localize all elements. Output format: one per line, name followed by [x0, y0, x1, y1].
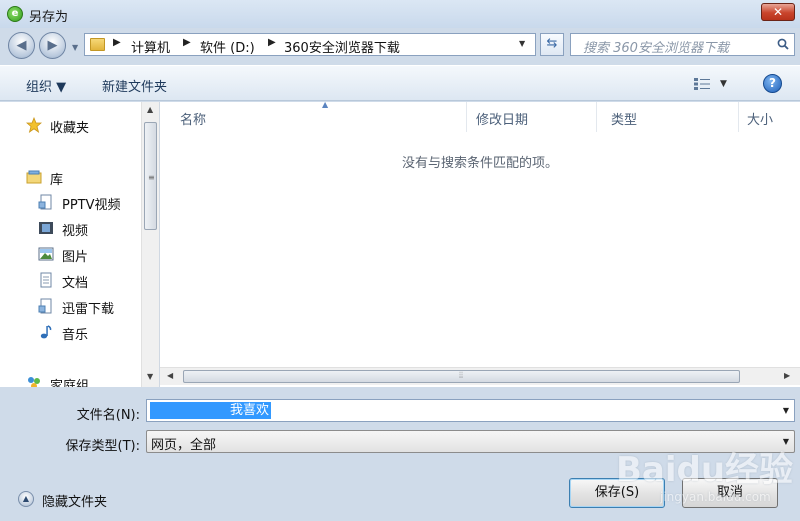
grip-icon: ⦙⦙: [459, 371, 464, 381]
refresh-button[interactable]: ⇆: [540, 33, 564, 56]
filename-value[interactable]: 我喜欢: [150, 402, 272, 419]
breadcrumb-drive[interactable]: 软件 (D:): [200, 37, 255, 56]
nav-label: 音乐: [62, 328, 89, 343]
document-library-icon: [38, 194, 52, 210]
forward-arrow-icon: ▶: [47, 38, 58, 53]
window-title: 另存为: [29, 10, 69, 25]
address-bar[interactable]: ▶ 计算机 ▶ 软件 (D:) ▶ 360安全浏览器下载 ▼: [84, 33, 536, 56]
scroll-up-icon[interactable]: ▲: [147, 105, 153, 114]
star-icon: [26, 117, 42, 133]
filetype-label: 保存类型(T):: [65, 439, 140, 454]
file-list-horizontal-scrollbar[interactable]: ◀ ⦙⦙ ▶: [160, 367, 800, 385]
address-history-dropdown-icon[interactable]: ▼: [519, 39, 525, 48]
view-options-icon[interactable]: [693, 77, 711, 91]
filetype-dropdown-icon[interactable]: ▼: [783, 437, 789, 446]
breadcrumb-folder[interactable]: 360安全浏览器下载: [284, 37, 400, 56]
title-bar: e 另存为 ✕: [0, 0, 800, 28]
search-input[interactable]: 搜索 360安全浏览器下载: [570, 33, 795, 56]
grip-icon: ≡: [148, 173, 155, 182]
recent-pages-dropdown-icon[interactable]: ▼: [72, 43, 78, 52]
scrollbar-thumb[interactable]: ≡: [144, 122, 157, 230]
sort-ascending-icon: ▲: [322, 100, 329, 109]
column-header-name[interactable]: ▲ 名称: [166, 100, 467, 132]
filename-dropdown-icon[interactable]: ▼: [783, 406, 789, 415]
organize-menu[interactable]: 组织 ▼: [26, 76, 66, 95]
column-header-label: 大小: [747, 113, 774, 128]
column-header-type[interactable]: 类型: [597, 102, 739, 132]
search-placeholder: 搜索 360安全浏览器下载: [583, 41, 729, 56]
nav-label: 文档: [62, 276, 89, 291]
filetype-value: 网页，全部: [151, 438, 217, 453]
scroll-down-icon[interactable]: ▼: [147, 372, 153, 381]
navigation-pane: 收藏夹 库 PPTV视频 视频 图片 文档 迅雷下载 音乐 家庭组 ▲ ≡ ▼: [0, 102, 160, 387]
back-button[interactable]: ◀: [8, 32, 35, 59]
refresh-icon: ⇆: [546, 36, 558, 51]
save-button[interactable]: 保存(S): [569, 478, 665, 508]
breadcrumb-chevron-icon[interactable]: ▶: [268, 37, 276, 48]
cancel-button[interactable]: 取消: [682, 478, 778, 508]
command-toolbar: 组织 ▼ 新建文件夹 ▼ ?: [0, 65, 800, 101]
breadcrumb-chevron-icon[interactable]: ▶: [183, 37, 191, 48]
column-header-date-modified[interactable]: 修改日期: [462, 102, 597, 132]
hide-folders-label: 隐藏文件夹: [42, 495, 108, 510]
column-header-label: 类型: [611, 113, 638, 128]
nav-label: 收藏夹: [50, 121, 90, 136]
nav-label: PPTV视频: [62, 198, 121, 213]
file-list[interactable]: ▲ 名称 修改日期 类型 大小 没有与搜索条件匹配的项。 ◀ ⦙⦙ ▶: [160, 100, 800, 387]
filename-input[interactable]: 我喜欢 ▼: [146, 399, 795, 422]
new-folder-button[interactable]: 新建文件夹: [102, 76, 167, 95]
homegroup-icon: [28, 377, 40, 387]
library-icon: [26, 170, 42, 184]
scroll-right-icon[interactable]: ▶: [784, 371, 790, 380]
empty-results-message: 没有与搜索条件匹配的项。: [401, 156, 558, 171]
back-arrow-icon: ◀: [16, 38, 27, 53]
breadcrumb-computer[interactable]: 计算机: [131, 37, 170, 56]
nav-label: 迅雷下载: [62, 302, 115, 317]
music-note-icon: [40, 325, 52, 339]
nav-label: 视频: [62, 224, 89, 239]
filename-text: 我喜欢: [230, 403, 270, 418]
document-library-icon: [38, 298, 52, 314]
nav-label: 库: [50, 173, 64, 188]
document-icon: [40, 272, 52, 288]
collapse-up-icon: ▲: [18, 491, 34, 507]
help-icon[interactable]: ?: [763, 74, 782, 93]
close-button[interactable]: ✕: [761, 3, 795, 21]
view-dropdown-icon[interactable]: ▼: [720, 79, 727, 89]
nav-pane-scrollbar[interactable]: ▲ ≡ ▼: [141, 102, 159, 387]
nav-label: 家庭组: [50, 379, 90, 387]
browser-logo-icon: e: [7, 6, 23, 22]
filename-label: 文件名(N):: [76, 408, 140, 423]
filetype-select[interactable]: 网页，全部 ▼: [146, 430, 795, 453]
scroll-left-icon[interactable]: ◀: [167, 371, 173, 380]
column-header-size[interactable]: 大小: [733, 102, 800, 132]
breadcrumb-chevron-icon[interactable]: ▶: [113, 37, 121, 48]
scrollbar-thumb[interactable]: ⦙⦙: [183, 370, 740, 383]
column-header-label: 修改日期: [476, 113, 529, 128]
nav-label: 图片: [62, 250, 89, 265]
search-icon[interactable]: [777, 38, 789, 50]
picture-icon: [38, 247, 54, 261]
folder-icon: [90, 38, 105, 51]
forward-button[interactable]: ▶: [39, 32, 66, 59]
column-header-label: 名称: [180, 113, 207, 128]
film-icon: [39, 222, 53, 234]
